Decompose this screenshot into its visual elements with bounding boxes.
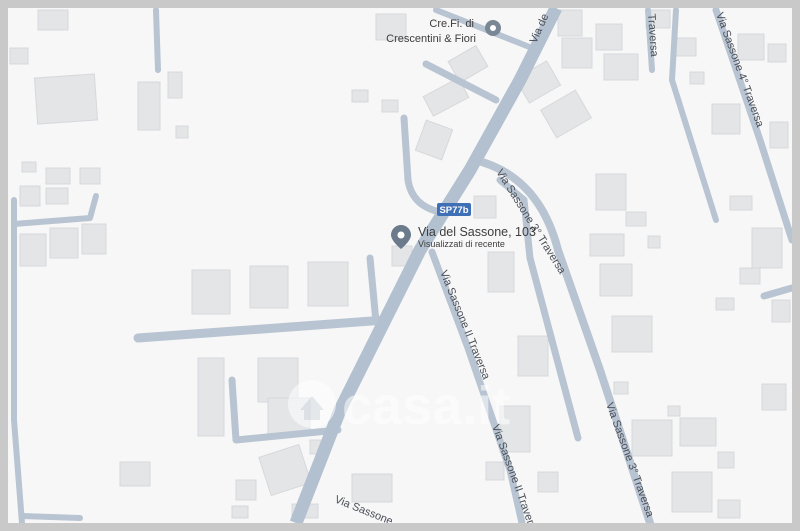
- casa-house-icon: [288, 380, 336, 428]
- building: [81, 223, 107, 255]
- building: [557, 9, 583, 37]
- road-label-sassone-2: Via Sassone II Traversa: [437, 269, 492, 382]
- building: [235, 479, 257, 501]
- building: [19, 185, 41, 207]
- building: [191, 269, 231, 315]
- map-canvas[interactable]: Via de Via Sassone 4° Traversa Traversa …: [8, 8, 792, 523]
- shield-label: SP77b: [439, 205, 468, 216]
- poi-crefi-name-line2: Crescentini & Fiori: [386, 33, 476, 45]
- building: [9, 47, 29, 65]
- building: [33, 73, 99, 125]
- building: [751, 227, 783, 269]
- building: [729, 195, 753, 211]
- building: [689, 71, 705, 85]
- building: [49, 227, 79, 259]
- building: [595, 173, 627, 211]
- building: [351, 473, 393, 503]
- building: [487, 251, 515, 293]
- road-shield-sp77b: SP77b: [437, 203, 471, 216]
- road-bottom-left[interactable]: [19, 513, 83, 521]
- road-horizontal-left[interactable]: [133, 315, 391, 343]
- selected-address-subtitle: Visualizzati di recente: [418, 239, 505, 249]
- building: [589, 233, 625, 257]
- building: [717, 499, 741, 519]
- poi-crefi-name-line1: Cre.Fi. di: [429, 18, 474, 30]
- building: [414, 119, 454, 161]
- building: [37, 9, 69, 31]
- building: [175, 125, 189, 139]
- building: [711, 103, 741, 135]
- building: [307, 261, 349, 307]
- road-label-traversa-top: Traversa: [645, 13, 660, 58]
- location-pin-icon[interactable]: [391, 225, 411, 249]
- building: [599, 263, 633, 297]
- building: [611, 315, 653, 353]
- building: [45, 167, 71, 185]
- building: [197, 357, 225, 437]
- building: [79, 167, 101, 185]
- building: [717, 451, 735, 469]
- building: [679, 417, 717, 447]
- building: [539, 89, 593, 139]
- building: [769, 121, 789, 149]
- building: [767, 43, 787, 63]
- building: [517, 335, 549, 377]
- building: [19, 233, 47, 267]
- building: [485, 461, 505, 481]
- road-short-vertical[interactable]: [366, 254, 380, 326]
- building: [137, 81, 161, 131]
- map-pin-icon[interactable]: [485, 20, 501, 36]
- building: [45, 187, 69, 205]
- poi-selected-address[interactable]: Via del Sassone, 103 Visualizzati di rec…: [391, 225, 536, 249]
- building: [167, 71, 183, 99]
- watermark: casa.it: [288, 376, 510, 436]
- building: [671, 471, 713, 513]
- selected-address-label: Via del Sassone, 103: [418, 225, 536, 239]
- building: [715, 297, 735, 311]
- building: [625, 211, 647, 227]
- building: [739, 267, 761, 285]
- building: [473, 195, 497, 219]
- building: [647, 235, 661, 249]
- building: [771, 299, 791, 323]
- building: [595, 23, 623, 51]
- building: [537, 471, 559, 493]
- building: [761, 383, 787, 411]
- building: [603, 53, 639, 81]
- map-frame[interactable]: Via de Via Sassone 4° Traversa Traversa …: [8, 8, 792, 523]
- road-right-stub[interactable]: [760, 284, 792, 300]
- road-inner-traversa[interactable]: [496, 176, 582, 442]
- building: [21, 161, 37, 173]
- road-label-sassone-3-lower: Via Sassone 3° Traversa: [603, 401, 656, 520]
- road-top-left[interactable]: [153, 8, 161, 73]
- building: [231, 505, 249, 519]
- building: [119, 461, 151, 487]
- building: [381, 99, 399, 113]
- building: [613, 381, 629, 395]
- building: [667, 405, 681, 417]
- building: [561, 37, 593, 69]
- building: [351, 89, 369, 103]
- building: [675, 37, 697, 57]
- building: [631, 419, 673, 457]
- watermark-text: casa.it: [342, 376, 510, 436]
- building: [249, 265, 289, 309]
